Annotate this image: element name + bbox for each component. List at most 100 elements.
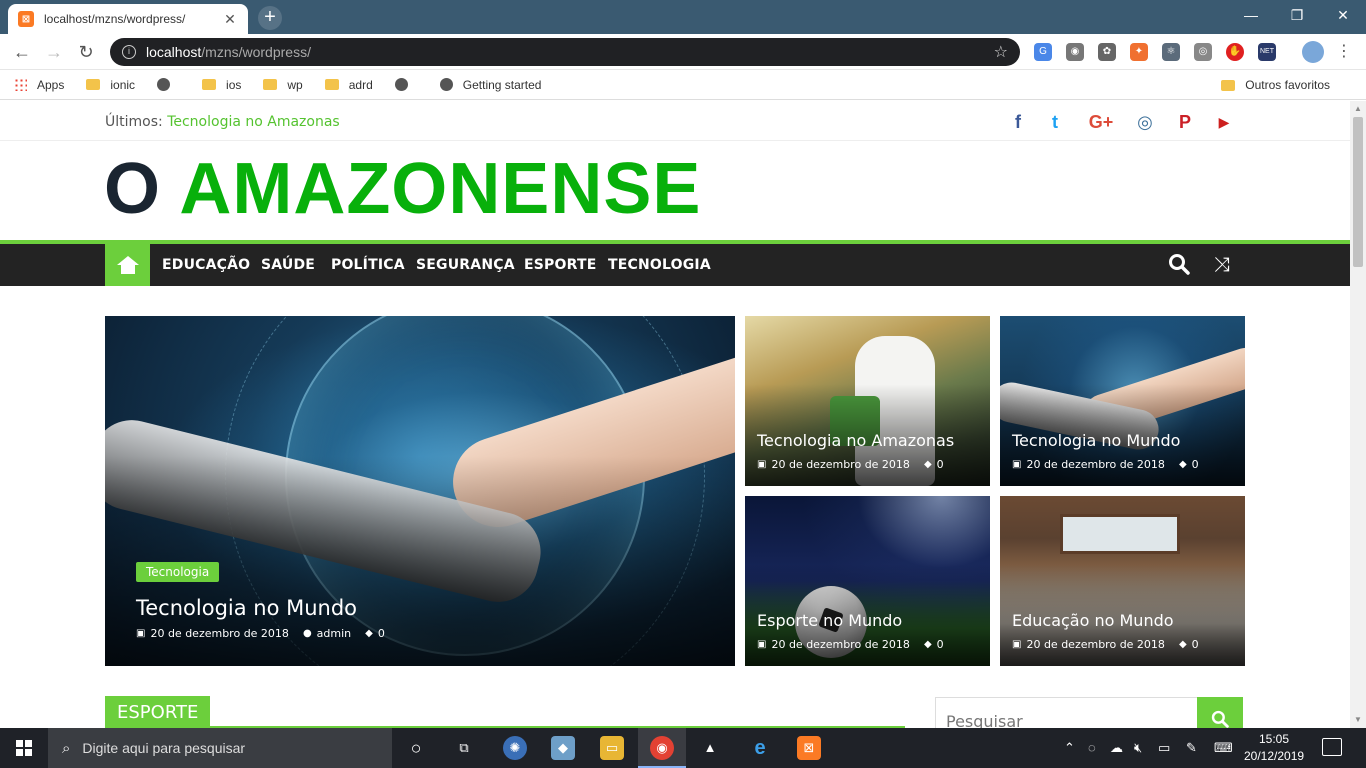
app-icon[interactable]: ✺ [503,736,527,760]
scroll-up-icon[interactable]: ▲ [1354,104,1362,113]
start-button[interactable] [0,728,48,768]
extension-icon[interactable]: ◎ [1194,43,1212,61]
nav-educacao[interactable]: EDUCAÇÃO [162,257,250,273]
pinterest-icon[interactable]: P [1174,111,1196,133]
featured-post-small[interactable]: Esporte no Mundo ▣ 20 de dezembro de 2018… [745,496,990,666]
featured-post-main[interactable]: Tecnologia Tecnologia no Mundo ▣ 20 de de… [105,316,735,666]
xampp-icon[interactable]: ⊠ [797,736,821,760]
system-clock[interactable]: 15:05 20/12/2019 [1244,731,1304,765]
site-search-button[interactable] [1197,697,1243,728]
extension-icon[interactable]: ✦ [1130,43,1148,61]
bookmark-ios[interactable]: ios [202,78,241,92]
browser-menu-icon[interactable]: ⋮ [1336,42,1352,62]
post-comments[interactable]: 0 [1192,458,1199,471]
address-bar[interactable]: i localhost/mzns/wordpress/ ☆ [110,38,1020,66]
bookmark-star-icon[interactable]: ☆ [994,42,1008,62]
site-logo[interactable]: O AMAZONENSE [104,149,701,229]
nav-saude[interactable]: SAÚDE [261,257,315,273]
post-title[interactable]: Educação no Mundo [1012,611,1174,630]
post-date[interactable]: 20 de dezembro de 2018 [1026,458,1164,471]
minimize-window-button[interactable]: — [1228,0,1274,30]
bookmark-globe[interactable] [157,78,180,91]
task-view-icon[interactable]: ⧉ [452,736,476,760]
latest-news-link[interactable]: Tecnologia no Amazonas [167,114,340,130]
extension-icon[interactable]: NET [1258,43,1276,61]
other-bookmarks[interactable]: Outros favoritos [1221,70,1330,100]
volume-icon[interactable]: 🔇︎ [1134,740,1142,756]
search-icon[interactable] [1167,253,1191,277]
nav-seguranca[interactable]: SEGURANÇA [416,257,515,273]
page-scrollbar[interactable]: ▲ ▼ [1350,101,1366,728]
bookmark-apps[interactable]: Apps [14,78,64,92]
forward-arrow-icon[interactable]: → [42,40,66,64]
battery-icon[interactable]: ▭ [1158,740,1170,756]
scroll-down-icon[interactable]: ▼ [1354,715,1362,724]
extension-icon[interactable]: ✿ [1098,43,1116,61]
network-icon[interactable]: ◌ [1088,740,1096,755]
post-author[interactable]: admin [317,627,351,640]
restore-window-button[interactable]: ❐ [1274,0,1320,30]
bookmark-ionic[interactable]: ionic [86,78,135,92]
random-post-icon[interactable]: ⤨ [1210,253,1234,277]
folder-icon [202,79,217,90]
post-comments[interactable]: 0 [937,458,944,471]
nav-esporte[interactable]: ESPORTE [524,257,596,273]
post-date[interactable]: 20 de dezembro de 2018 [771,458,909,471]
globe-icon [157,78,171,91]
featured-post-small[interactable]: Tecnologia no Mundo ▣ 20 de dezembro de 2… [1000,316,1245,486]
post-title[interactable]: Tecnologia no Mundo [1012,431,1180,450]
post-comments[interactable]: 0 [378,627,385,640]
react-devtools-icon[interactable]: ⚛ [1162,43,1180,61]
keyboard-icon[interactable]: ⌨ [1214,740,1233,756]
file-explorer-icon[interactable]: ▭ [600,736,624,760]
category-badge[interactable]: Tecnologia [136,562,220,582]
new-tab-button[interactable]: + [258,6,282,30]
post-comments[interactable]: 0 [1192,638,1199,651]
reload-icon[interactable]: ↻ [74,40,98,64]
chrome-icon[interactable]: ◉ [650,736,674,760]
scrollbar-thumb[interactable] [1353,117,1363,267]
post-date[interactable]: 20 de dezembro de 2018 [1026,638,1164,651]
pen-icon[interactable]: ✎ [1186,740,1197,756]
close-tab-icon[interactable]: ✕ [222,11,238,28]
translate-extension-icon[interactable]: G [1034,43,1052,61]
notification-center-icon[interactable] [1322,738,1342,756]
show-hidden-icons[interactable]: ⌃ [1064,740,1075,756]
site-info-icon[interactable]: i [122,45,136,59]
edge-icon[interactable]: e [748,736,772,760]
bookmark-adrd[interactable]: adrd [324,78,373,92]
bookmark-globe[interactable] [394,78,418,91]
nav-politica[interactable]: POLÍTICA [331,257,405,273]
google-plus-icon[interactable]: G+ [1086,111,1116,133]
post-title[interactable]: Tecnologia no Amazonas [757,431,954,450]
profile-avatar-icon[interactable] [1302,41,1324,63]
taskbar-search[interactable]: ⌕ Digite aqui para pesquisar [48,728,392,768]
post-comments[interactable]: 0 [937,638,944,651]
post-title[interactable]: Esporte no Mundo [757,611,902,630]
post-title[interactable]: Tecnologia no Mundo [136,596,357,620]
back-arrow-icon[interactable]: ← [10,40,34,64]
url-text[interactable]: localhost/mzns/wordpress/ [146,44,994,60]
calendar-icon: ▣ [1012,639,1022,650]
home-button[interactable] [105,244,150,286]
nav-tecnologia[interactable]: TECNOLOGIA [608,257,711,273]
browser-tab[interactable]: ⊠ localhost/mzns/wordpress/ ✕ [8,4,248,34]
site-search-input[interactable]: Pesquisar [935,697,1198,728]
post-date[interactable]: 20 de dezembro de 2018 [771,638,909,651]
featured-post-small[interactable]: Tecnologia no Amazonas ▣ 20 de dezembro d… [745,316,990,486]
cortana-icon[interactable]: ○ [404,736,428,760]
facebook-icon[interactable]: f [1007,111,1029,133]
app-icon[interactable]: ▲ [698,736,722,760]
extension-icon[interactable]: ◉ [1066,43,1084,61]
twitter-icon[interactable]: t [1044,111,1066,133]
onedrive-icon[interactable]: ☁ [1110,740,1123,756]
bookmark-wp[interactable]: wp [263,78,303,92]
app-icon[interactable]: ◆ [551,736,575,760]
featured-post-small[interactable]: Educação no Mundo ▣ 20 de dezembro de 201… [1000,496,1245,666]
adblock-icon[interactable]: ✋ [1226,43,1244,61]
youtube-icon[interactable]: ▶ [1213,111,1235,133]
bookmark-getting-started[interactable]: Getting started [439,78,541,92]
post-date[interactable]: 20 de dezembro de 2018 [150,627,288,640]
close-window-button[interactable]: ✕ [1320,0,1366,30]
instagram-icon[interactable]: ◎ [1134,111,1156,133]
